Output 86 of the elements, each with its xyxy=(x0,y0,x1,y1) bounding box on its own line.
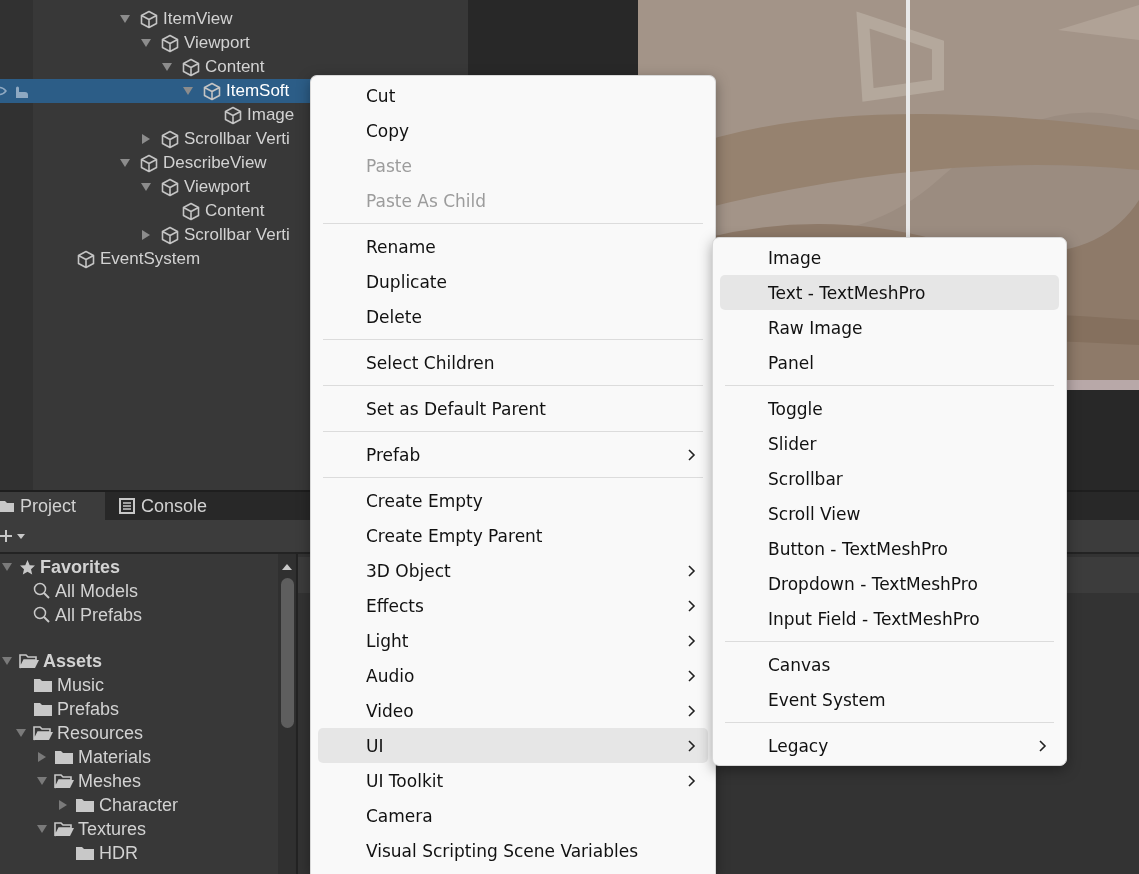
tree-row[interactable]: ItemView xyxy=(0,7,468,31)
project-tree-row[interactable]: Meshes xyxy=(0,769,276,793)
project-tree-row[interactable]: HDR xyxy=(0,841,276,865)
scrollbar[interactable] xyxy=(278,554,296,874)
menu-item[interactable]: Slider xyxy=(720,426,1059,461)
project-tree-row[interactable]: Materials xyxy=(0,745,276,769)
menu-item[interactable]: 3D Object xyxy=(318,553,708,588)
menu-item[interactable]: Text - TextMeshPro xyxy=(720,275,1059,310)
folder-icon xyxy=(33,701,53,717)
cube-icon xyxy=(161,129,179,149)
menu-item[interactable]: Raw Image xyxy=(720,310,1059,345)
chevron-icon xyxy=(687,598,696,613)
folder-icon xyxy=(75,797,95,813)
menu-item[interactable]: Rename xyxy=(318,229,708,264)
search-icon xyxy=(33,606,51,624)
menu-item[interactable]: Delete xyxy=(318,299,708,334)
menu-item[interactable]: Canvas xyxy=(720,647,1059,682)
cube-icon xyxy=(182,57,200,77)
cube-icon xyxy=(203,81,221,101)
cube-icon xyxy=(182,201,200,221)
cube-icon xyxy=(77,249,95,269)
project-tree-row[interactable]: Resources xyxy=(0,721,276,745)
chevron-icon xyxy=(687,633,696,648)
chevron-icon xyxy=(687,738,696,753)
chevron-icon xyxy=(687,447,696,462)
menu-item[interactable]: Effects xyxy=(318,588,708,623)
menu-item[interactable]: Set as Default Parent xyxy=(318,391,708,426)
menu-item[interactable]: Event System xyxy=(720,682,1059,717)
menu-item[interactable]: UI Toolkit xyxy=(318,763,708,798)
open-folder-icon xyxy=(54,821,74,837)
panel-tab[interactable]: Project xyxy=(0,492,105,520)
menu-item[interactable]: Copy xyxy=(318,113,708,148)
menu-item[interactable]: Scrollbar xyxy=(720,461,1059,496)
menu-item[interactable]: Create Empty xyxy=(318,483,708,518)
project-tree-row[interactable]: All Models xyxy=(0,579,276,603)
menu-item[interactable]: Button - TextMeshPro xyxy=(720,531,1059,566)
cube-icon xyxy=(140,153,158,173)
plus-icon[interactable] xyxy=(0,528,26,544)
tree-row[interactable]: Viewport xyxy=(0,31,468,55)
project-tree-row[interactable]: All Prefabs xyxy=(0,603,276,627)
folder-icon xyxy=(75,845,95,861)
menu-item[interactable]: Input Field - TextMeshPro xyxy=(720,601,1059,636)
cube-icon xyxy=(161,225,179,245)
chevron-icon xyxy=(687,773,696,788)
star-icon xyxy=(19,558,36,576)
menu-item[interactable]: Toggle xyxy=(720,391,1059,426)
menu-item[interactable]: Create Empty Parent xyxy=(318,518,708,553)
open-folder-icon xyxy=(19,653,39,669)
cube-icon xyxy=(140,9,158,29)
menu-item[interactable]: Visual Scripting Scene Variables xyxy=(318,833,708,868)
open-folder-icon xyxy=(54,773,74,789)
cube-icon xyxy=(161,177,179,197)
panel-tab[interactable]: Console xyxy=(105,492,226,520)
chevron-icon xyxy=(687,563,696,578)
chevron-icon xyxy=(687,668,696,683)
menu-item[interactable]: UI xyxy=(318,728,708,763)
chevron-icon xyxy=(1038,738,1047,753)
project-tree-row[interactable]: Prefabs xyxy=(0,697,276,721)
scroll-up-icon[interactable] xyxy=(281,562,293,572)
menu-item[interactable]: Image xyxy=(720,240,1059,275)
menu-item[interactable]: Select Children xyxy=(318,345,708,380)
tree-row[interactable]: Content xyxy=(0,55,468,79)
menu-item[interactable]: Dropdown - TextMeshPro xyxy=(720,566,1059,601)
menu-item[interactable]: Panel xyxy=(720,345,1059,380)
project-tree-row[interactable]: Textures xyxy=(0,817,276,841)
menu-item[interactable]: Duplicate xyxy=(318,264,708,299)
menu-item[interactable]: Legacy xyxy=(720,728,1059,763)
cube-icon xyxy=(224,105,242,125)
menu-item[interactable]: Audio xyxy=(318,658,708,693)
search-icon xyxy=(33,582,51,600)
project-tree-row[interactable]: Favorites xyxy=(0,555,276,579)
project-tree-row[interactable]: Character xyxy=(0,793,276,817)
open-folder-icon xyxy=(33,725,53,741)
project-tree-row[interactable]: Music xyxy=(0,673,276,697)
menu-item[interactable]: Camera xyxy=(318,798,708,833)
folder-icon xyxy=(33,677,53,693)
menu-item[interactable]: Video xyxy=(318,693,708,728)
chevron-icon xyxy=(687,703,696,718)
cube-icon xyxy=(161,33,179,53)
menu-item[interactable]: Prefab xyxy=(318,437,708,472)
document-icon xyxy=(119,498,135,514)
menu-item[interactable]: Light xyxy=(318,623,708,658)
project-tree-row[interactable]: Assets xyxy=(0,649,276,673)
folder-icon xyxy=(54,749,74,765)
folder-icon xyxy=(0,499,14,513)
menu-item[interactable]: Scroll View xyxy=(720,496,1059,531)
